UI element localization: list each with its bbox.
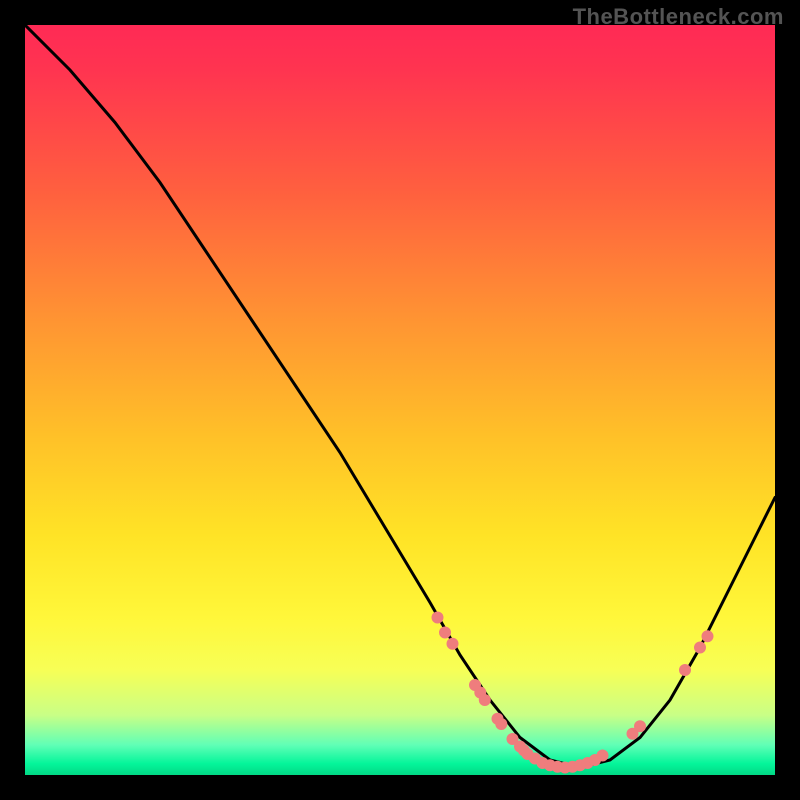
marker-dot (447, 638, 459, 650)
curve-svg (25, 25, 775, 775)
marker-dot (694, 642, 706, 654)
watermark-label: TheBottleneck.com (573, 4, 784, 30)
plot-area (25, 25, 775, 775)
marker-dot (634, 720, 646, 732)
marker-dot (479, 694, 491, 706)
marker-dot (495, 718, 507, 730)
bottleneck-curve (25, 25, 775, 768)
marker-dot (597, 750, 609, 762)
marker-dot (702, 630, 714, 642)
highlighted-points (432, 612, 714, 774)
marker-dot (679, 664, 691, 676)
chart-frame: TheBottleneck.com (0, 0, 800, 800)
marker-dot (439, 627, 451, 639)
marker-dot (432, 612, 444, 624)
